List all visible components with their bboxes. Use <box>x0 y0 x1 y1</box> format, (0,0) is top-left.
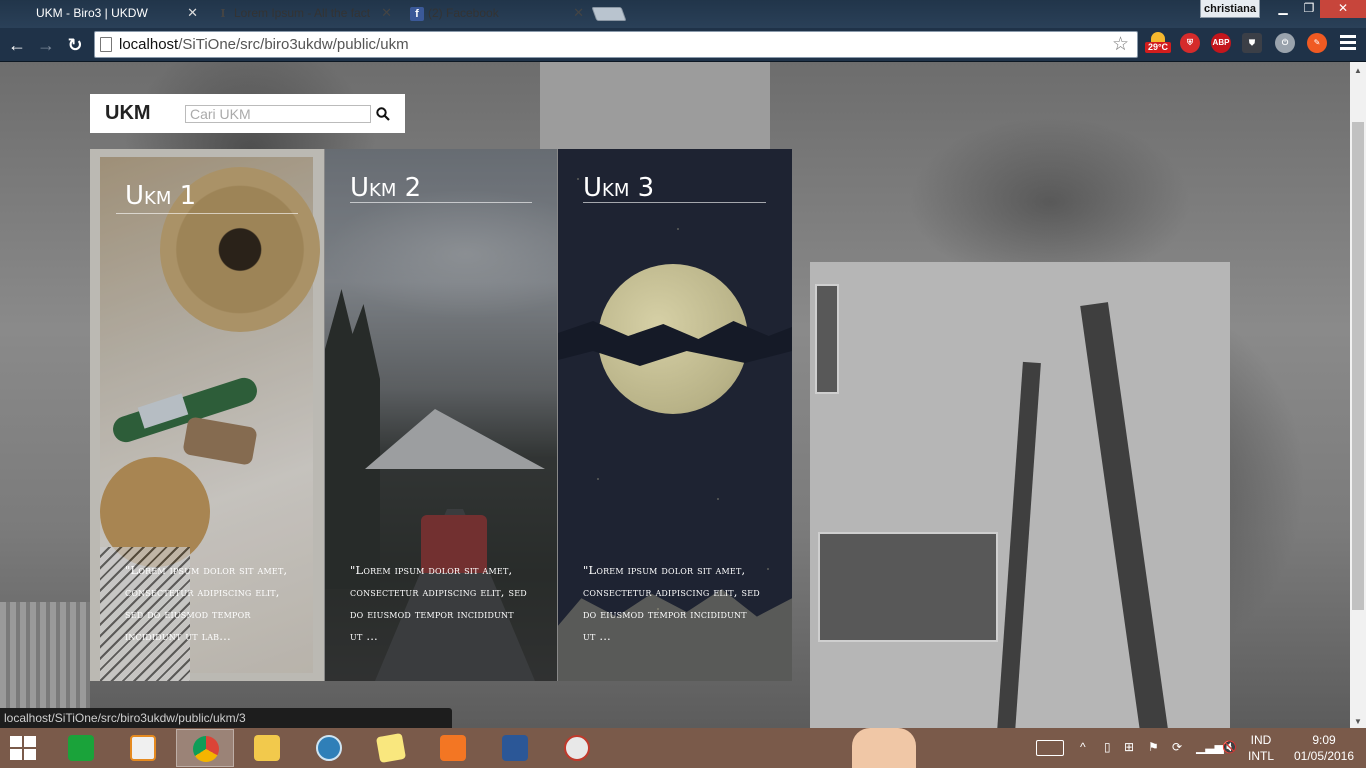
clock-date: 01/05/2016 <box>1293 749 1355 763</box>
clock-time: 9:09 <box>1312 733 1336 747</box>
scrollbar-thumb[interactable] <box>1352 122 1364 610</box>
search-input[interactable] <box>185 105 371 123</box>
ukm-card-3[interactable]: Ukm 3 "Lorem ipsum dolor sit amet, conse… <box>558 149 792 681</box>
chrome-icon[interactable] <box>176 729 234 767</box>
sourcetree-icon[interactable] <box>300 729 358 767</box>
keyboard-layout: INTL <box>1247 749 1274 763</box>
profile-badge[interactable]: christiana <box>1200 0 1260 18</box>
link-status-bubble: localhost/SiTiOne/src/biro3ukdw/public/u… <box>0 708 452 728</box>
scroll-up-icon[interactable]: ▲ <box>1353 66 1363 75</box>
crest-icon[interactable]: ⛊ <box>1242 33 1262 53</box>
xampp-icon[interactable] <box>424 729 482 767</box>
title-divider <box>116 213 298 214</box>
title-divider <box>583 202 766 203</box>
language-indicator[interactable]: IND INTL <box>1246 732 1276 764</box>
brand-title[interactable]: UKM <box>105 102 151 125</box>
battery-icon[interactable]: ▯ <box>1104 740 1111 768</box>
keyboard-icon[interactable] <box>1036 740 1064 756</box>
close-icon[interactable]: ✕ <box>187 2 198 24</box>
media-player-icon[interactable] <box>114 729 172 767</box>
tab-title: Lorem Ipsum - All the fact <box>234 6 371 20</box>
language-code: IND <box>1250 733 1272 747</box>
url-host: localhost <box>119 36 179 53</box>
paint-icon[interactable] <box>548 729 606 767</box>
taskbar: ^ ▯ ⊞ ⚑ ⟳ ▁▃▅ 🔇 IND INTL 9:09 01/05/2016 <box>0 728 1366 768</box>
scroll-down-icon[interactable]: ▼ <box>1353 717 1363 726</box>
volume-muted-icon[interactable]: 🔇 <box>1222 740 1237 768</box>
shield-icon[interactable]: ⛨ <box>1180 33 1200 53</box>
sync-icon[interactable]: ⟳ <box>1172 740 1182 768</box>
menu-icon[interactable] <box>1340 35 1356 51</box>
search-icon[interactable] <box>376 107 390 121</box>
ukm-card-list: Ukm 1 "Lorem ipsum dolor sit amet, conse… <box>90 149 792 681</box>
brush-icon[interactable]: ✎ <box>1307 33 1327 53</box>
sticky-notes-icon[interactable] <box>362 729 420 767</box>
tab-strip: UKM - Biro3 | UKDW ✕ I Lorem Ipsum - All… <box>0 0 1366 28</box>
card-description: "Lorem ipsum dolor sit amet, consectetur… <box>350 563 527 643</box>
ukm-card-1[interactable]: Ukm 1 "Lorem ipsum dolor sit amet, conse… <box>90 149 324 681</box>
ukm-header-bar: UKM <box>90 94 405 133</box>
lorem-ipsum-favicon-icon: I <box>220 7 226 20</box>
card-description: "Lorem ipsum dolor sit amet, consectetur… <box>583 563 760 643</box>
adblock-plus-icon[interactable]: ABP <box>1211 33 1231 53</box>
chevron-up-icon[interactable]: ^ <box>1080 740 1086 768</box>
reload-icon[interactable]: ↻ <box>63 33 87 57</box>
tab-facebook[interactable]: f (2) Facebook ✕ <box>400 2 592 28</box>
power-icon[interactable]: ⏻ <box>1275 33 1295 53</box>
card-title: Ukm 3 <box>583 173 655 203</box>
forward-arrow-icon[interactable]: → <box>34 33 58 57</box>
window-close-icon[interactable]: ✕ <box>1320 0 1366 18</box>
close-icon[interactable]: ✕ <box>381 2 392 24</box>
ukm-card-2[interactable]: Ukm 2 "Lorem ipsum dolor sit amet, conse… <box>324 149 558 681</box>
page-icon <box>100 37 112 52</box>
tab-lorem-ipsum[interactable]: I Lorem Ipsum - All the fact ✕ <box>206 2 400 28</box>
desktop-mascot-hand <box>852 728 916 768</box>
card-title: Ukm 2 <box>350 173 422 203</box>
back-arrow-icon[interactable]: ← <box>5 33 29 57</box>
url-text: localhost/SiTiOne/src/biro3ukdw/public/u… <box>119 36 409 53</box>
bookmark-star-icon[interactable]: ☆ <box>1112 33 1129 56</box>
page-scrollbar[interactable]: ▲ ▼ <box>1350 62 1366 728</box>
tab-title: (2) Facebook <box>428 6 499 20</box>
flag-icon[interactable]: ⚑ <box>1148 740 1159 768</box>
weather-extension-icon[interactable]: 29°C <box>1145 32 1171 56</box>
card-description: "Lorem ipsum dolor sit amet, consectetur… <box>125 563 288 643</box>
card-title: Ukm 1 <box>125 181 197 211</box>
url-path: /SiTiOne/src/biro3ukdw/public/ukm <box>178 36 409 53</box>
system-clock[interactable]: 9:09 01/05/2016 <box>1288 732 1360 764</box>
windows-start-icon[interactable] <box>10 736 38 762</box>
close-icon[interactable]: ✕ <box>573 2 584 24</box>
page-viewport: UKM Ukm 1 "Lorem ipsum dolor sit amet, c… <box>0 62 1350 728</box>
network-signal-icon[interactable]: ▁▃▅ <box>1196 740 1224 768</box>
file-explorer-icon[interactable] <box>238 729 296 767</box>
background-window <box>818 532 998 642</box>
tab-ukm[interactable]: UKM - Biro3 | UKDW ✕ <box>8 2 206 28</box>
new-tab-button[interactable] <box>591 7 627 21</box>
word-icon[interactable] <box>486 729 544 767</box>
windows-icon[interactable]: ⊞ <box>1124 740 1134 768</box>
address-bar[interactable]: localhost/SiTiOne/src/biro3ukdw/public/u… <box>94 31 1138 58</box>
store-icon[interactable] <box>52 729 110 767</box>
background-window <box>815 284 839 394</box>
facebook-favicon-icon: f <box>410 7 424 21</box>
tab-title: UKM - Biro3 | UKDW <box>36 6 148 20</box>
title-divider <box>350 202 532 203</box>
weather-temp: 29°C <box>1145 42 1171 53</box>
